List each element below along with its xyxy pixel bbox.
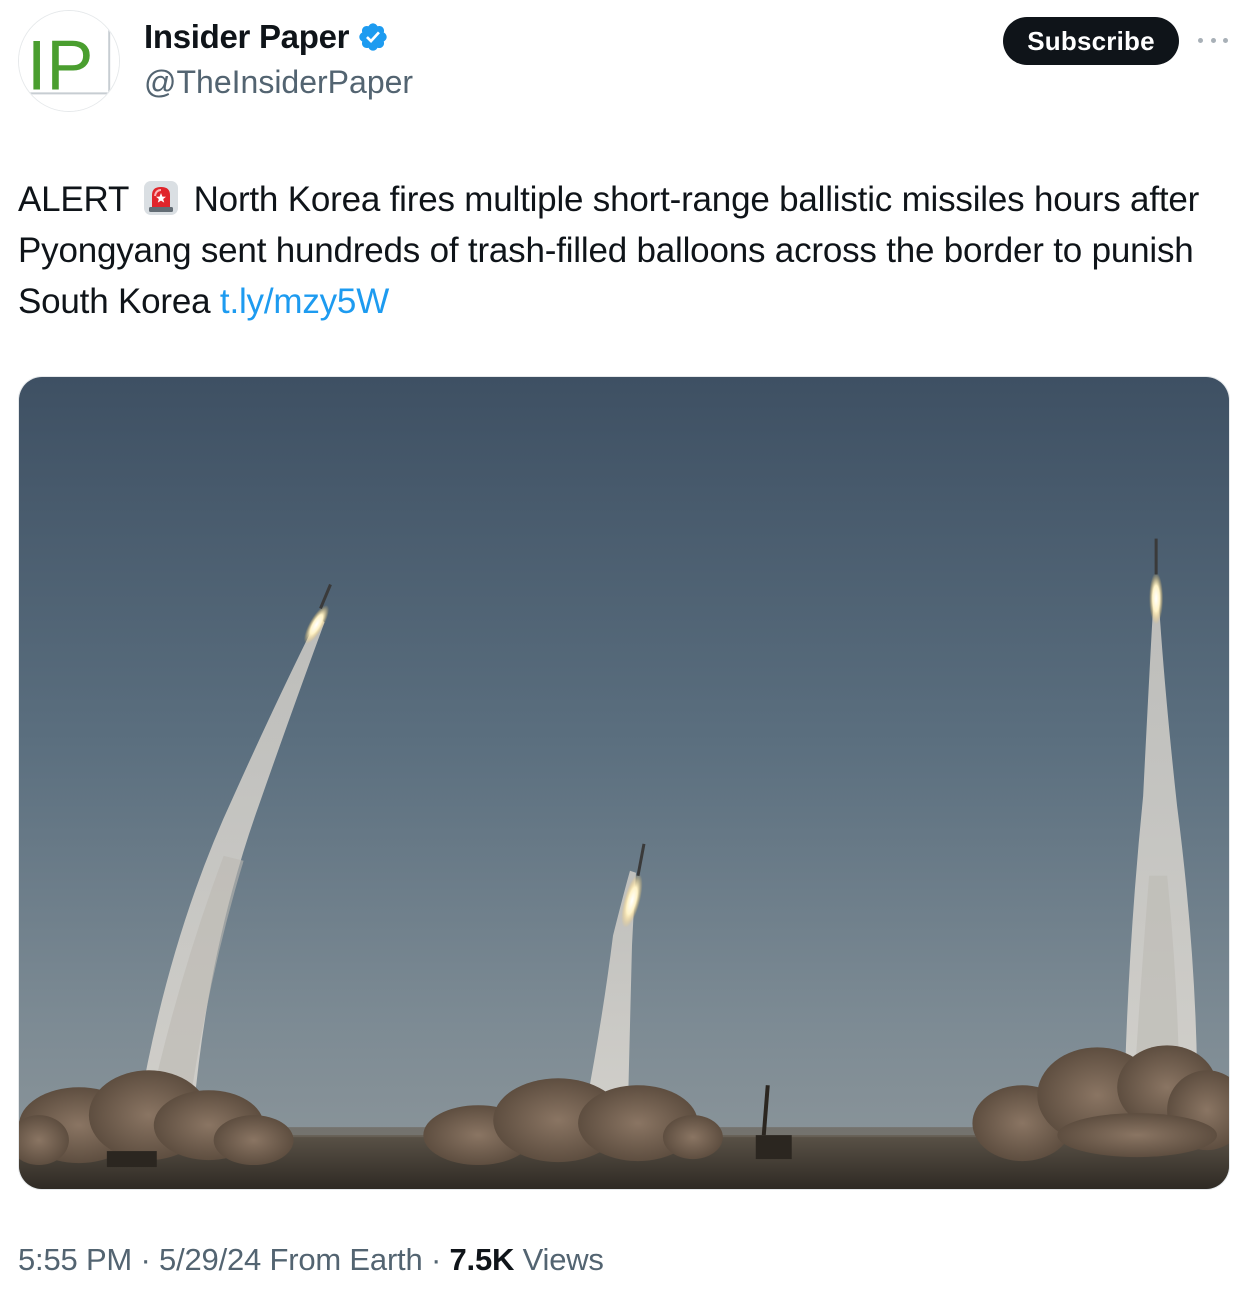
tweet-image[interactable] [18, 376, 1230, 1190]
tweet-text: ALERT North Korea fires multiple short-r… [18, 174, 1218, 327]
views-label: Views [522, 1242, 604, 1277]
author-name[interactable]: Insider Paper [144, 18, 349, 56]
tweet-link[interactable]: t.ly/mzy5W [220, 282, 389, 321]
tweet-text-prefix: ALERT [18, 180, 129, 219]
author-name-row[interactable]: Insider Paper [144, 18, 389, 56]
meta-separator: · [140, 1242, 160, 1277]
more-horizontal-icon[interactable] [1198, 30, 1228, 50]
tweet-text-body: North Korea fires multiple short-range b… [18, 180, 1200, 321]
tweet-location: From Earth [269, 1242, 423, 1277]
views-count: 7.5K [449, 1242, 515, 1277]
police-car-light-icon [142, 179, 180, 217]
tweet-date[interactable]: 5/29/24 [159, 1242, 261, 1277]
meta-separator: · [430, 1242, 450, 1277]
tweet-time[interactable]: 5:55 PM [18, 1242, 132, 1277]
insider-paper-logo: IP [19, 11, 119, 111]
missile-launch-photo [19, 377, 1229, 1189]
author-handle[interactable]: @TheInsiderPaper [144, 64, 413, 101]
subscribe-button[interactable]: Subscribe [1003, 17, 1179, 65]
avatar[interactable]: IP [18, 10, 120, 112]
verified-badge-icon[interactable] [357, 21, 389, 53]
tweet-meta: 5:55 PM · 5/29/24 From Earth · 7.5K View… [18, 1242, 604, 1278]
